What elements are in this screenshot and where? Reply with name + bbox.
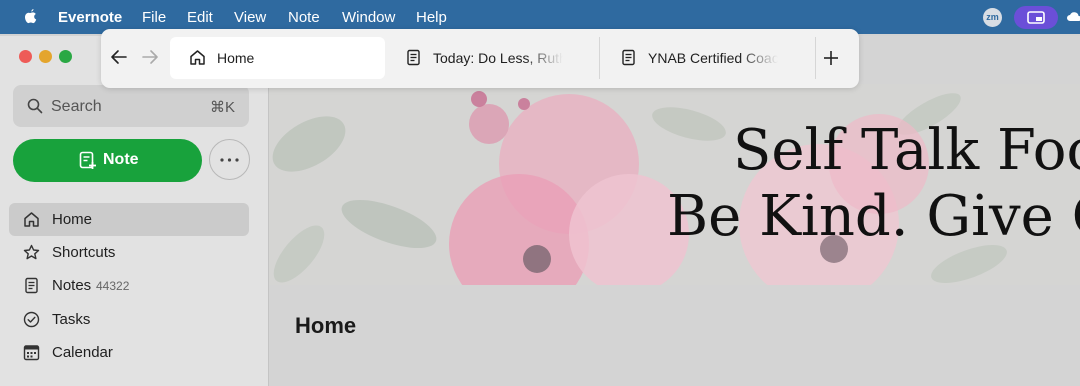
tasks-icon <box>23 311 40 328</box>
new-note-label: Note <box>103 151 139 168</box>
search-input[interactable]: Search ⌘K <box>13 85 249 127</box>
calendar-icon <box>23 345 40 361</box>
sidebar-item-tasks[interactable]: Tasks <box>9 303 249 336</box>
page-title: Home <box>295 313 357 338</box>
more-icon <box>220 158 239 162</box>
close-window-button[interactable] <box>19 50 32 63</box>
sidebar-item-notes[interactable]: Notes 44322 <box>9 269 249 302</box>
new-note-button[interactable]: Note <box>13 139 202 182</box>
menu-file[interactable]: File <box>142 9 166 26</box>
sidebar: Search ⌘K Note Home Shortcuts Notes 4432… <box>0 36 269 386</box>
back-arrow-icon[interactable] <box>110 49 128 65</box>
menu-note[interactable]: Note <box>288 9 320 26</box>
sidebar-item-home[interactable]: Home <box>9 203 249 236</box>
sidebar-item-calendar[interactable]: Calendar <box>9 336 249 369</box>
notes-icon <box>25 277 38 294</box>
search-placeholder: Search <box>51 98 102 115</box>
search-shortcut: ⌘K <box>209 99 235 116</box>
menu-help[interactable]: Help <box>416 9 447 26</box>
screen-share-icon <box>1027 11 1045 24</box>
more-options-button[interactable] <box>209 139 250 180</box>
home-icon <box>24 212 39 227</box>
banner-line-2: Be Kind. Give Grace <box>667 184 1080 249</box>
home-banner[interactable]: Self Talk Focus Be Kind. Give Grace <box>269 84 1080 285</box>
tab-label: Today: Do Less, Ruthless <box>433 50 563 66</box>
tab-home[interactable]: Home <box>170 37 385 79</box>
menu-edit[interactable]: Edit <box>187 9 213 26</box>
tab-note-today[interactable]: Today: Do Less, Ruthless <box>386 37 598 79</box>
tab-label: YNAB Certified Coach <box>648 50 778 66</box>
sidebar-item-label: Home <box>52 211 93 228</box>
sidebar-item-label: Shortcuts <box>52 244 116 261</box>
forward-arrow-icon[interactable] <box>141 49 159 65</box>
screen-share-status[interactable] <box>1014 6 1058 29</box>
new-tab-plus-icon[interactable] <box>821 48 841 68</box>
menu-view[interactable]: View <box>234 9 266 26</box>
minimize-window-button[interactable] <box>39 50 52 63</box>
search-icon <box>27 98 43 114</box>
new-note-icon <box>79 151 96 169</box>
tab-divider <box>599 37 600 79</box>
tab-bar: Home Today: Do Less, Ruthless YNAB Certi… <box>101 29 859 88</box>
sidebar-item-label: Notes <box>52 277 92 294</box>
sidebar-item-label: Calendar <box>52 344 113 361</box>
menu-window[interactable]: Window <box>342 9 395 26</box>
menu-app-name[interactable]: Evernote <box>58 9 122 26</box>
notes-count: 44322 <box>96 279 130 293</box>
sidebar-item-shortcuts[interactable]: Shortcuts <box>9 236 249 269</box>
tab-label: Home <box>217 50 255 66</box>
note-icon <box>622 49 635 66</box>
banner-line-1: Self Talk Focus <box>733 118 1080 183</box>
sidebar-item-label: Tasks <box>52 311 91 328</box>
note-icon <box>407 49 420 66</box>
tab-note-ynab[interactable]: YNAB Certified Coach <box>601 37 814 79</box>
home-icon <box>190 50 205 65</box>
tab-divider <box>815 37 816 79</box>
zoom-window-button[interactable] <box>59 50 72 63</box>
apple-logo-icon[interactable] <box>22 8 38 26</box>
zoom-status-icon[interactable]: zm <box>983 8 1002 27</box>
cloud-sync-icon[interactable] <box>1066 9 1080 25</box>
app-window: Search ⌘K Note Home Shortcuts Notes 4432… <box>0 36 1080 386</box>
star-icon <box>23 244 40 260</box>
